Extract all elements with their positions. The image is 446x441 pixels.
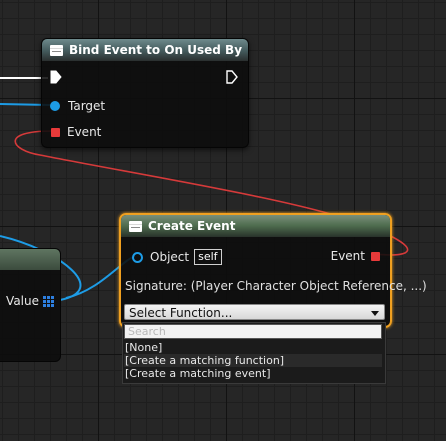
node-header: [0, 249, 60, 270]
delegate-pin-icon[interactable]: [371, 251, 380, 261]
object-pin-row[interactable]: Object self: [132, 249, 222, 265]
array-pin-icon[interactable]: [43, 295, 54, 307]
object-default-value[interactable]: self: [194, 249, 222, 265]
menu-item-create-event[interactable]: [Create a matching event]: [124, 367, 382, 380]
node-header: Create Event: [121, 215, 390, 237]
chevron-down-icon[interactable]: [371, 311, 379, 316]
node-header: Bind Event to On Used By: [42, 39, 248, 61]
event-out-pin-row[interactable]: Event: [331, 249, 380, 263]
object-pin-icon[interactable]: [132, 251, 143, 263]
node-title: Create Event: [148, 219, 236, 233]
function-select-value: Select Function...: [129, 306, 233, 320]
exec-out-pin-icon[interactable]: [226, 70, 238, 84]
target-pin-label: Target: [68, 99, 106, 113]
node-title: Bind Event to On Used By: [69, 43, 243, 57]
create-event-node[interactable]: Create Event Object self Event Signature…: [119, 213, 427, 328]
function-icon: [50, 44, 63, 56]
menu-item-create-function[interactable]: [Create a matching function]: [124, 354, 382, 367]
value-pin-row[interactable]: Value: [6, 294, 54, 308]
bind-event-node[interactable]: Bind Event to On Used By Target Event: [41, 38, 249, 148]
event-pin-row[interactable]: Event: [51, 125, 101, 139]
event-pin-label: Event: [67, 125, 102, 139]
menu-item-none[interactable]: [None]: [124, 341, 382, 354]
target-pin-row[interactable]: Target: [50, 99, 105, 113]
function-dropdown-menu: [None] [Create a matching function] [Cre…: [122, 322, 386, 384]
self-reference-node[interactable]: Value: [0, 248, 61, 362]
signature-text: Signature: (Player Character Object Refe…: [125, 279, 427, 293]
function-icon: [129, 220, 142, 232]
value-pin-label: Value: [6, 294, 39, 308]
exec-in-pin-icon[interactable]: [50, 70, 62, 84]
function-select[interactable]: Select Function...: [124, 304, 385, 320]
search-input[interactable]: [124, 324, 382, 339]
object-pin-icon[interactable]: [50, 101, 60, 111]
event-pin-label: Event: [330, 249, 365, 263]
delegate-pin-icon[interactable]: [51, 127, 60, 137]
object-pin-label: Object: [150, 250, 190, 264]
